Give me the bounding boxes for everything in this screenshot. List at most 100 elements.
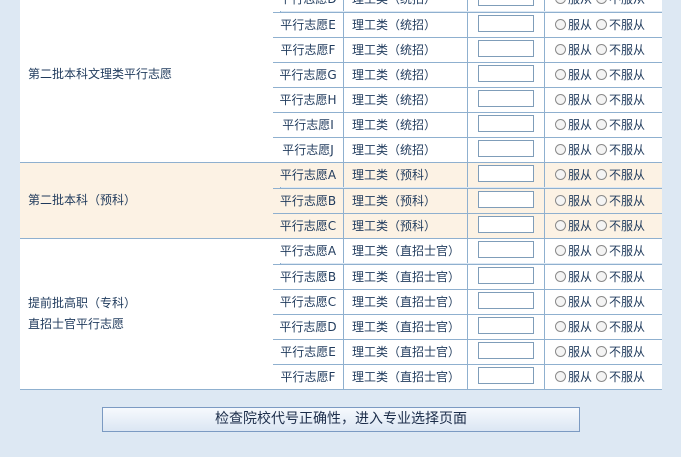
- obey-label: 服从: [568, 0, 592, 6]
- volunteer-group: 第二批本科（预科） 平行志愿A 理工类（预科） 服从 不服从 平行志愿B 理工类（预科） 服从…: [20, 162, 662, 238]
- not-obey-label: 不服从: [609, 295, 646, 309]
- obey-options: 服从 不服从: [545, 239, 662, 263]
- not-obey-radio[interactable]: [596, 44, 608, 55]
- subject-type: 理工类（统招）: [344, 13, 468, 37]
- school-code-input[interactable]: [478, 140, 534, 157]
- school-code-input[interactable]: [478, 267, 534, 284]
- volunteer-label: 平行志愿F: [273, 365, 344, 389]
- not-obey-radio[interactable]: [596, 220, 608, 231]
- not-obey-radio[interactable]: [596, 195, 608, 206]
- obey-options: 服从 不服从: [545, 340, 662, 364]
- code-cell: [469, 163, 545, 187]
- obey-radio[interactable]: [555, 44, 566, 55]
- not-obey-label: 不服从: [609, 18, 646, 32]
- subject-type: 理工类（直招士官）: [344, 239, 468, 263]
- not-obey-radio[interactable]: [596, 296, 608, 307]
- table-row: 平行志愿E 理工类（直招士官） 服从 不服从: [273, 339, 662, 364]
- obey-label: 服从: [568, 118, 593, 132]
- volunteer-label: 平行志愿E: [273, 13, 344, 37]
- school-code-input[interactable]: [478, 241, 534, 258]
- volunteer-label: 平行志愿J: [273, 138, 344, 162]
- school-code-input[interactable]: [478, 367, 534, 384]
- not-obey-radio[interactable]: [596, 271, 608, 282]
- volunteer-label: 平行志愿C: [273, 290, 344, 314]
- school-code-input[interactable]: [478, 65, 534, 82]
- table-row: 平行志愿A 理工类（预科） 服从 不服从: [273, 163, 662, 187]
- code-cell: [469, 365, 545, 389]
- obey-options: 服从 不服从: [545, 88, 662, 112]
- volunteer-group: 第二批本科文理类平行志愿平行志愿D理工类（统招）服从不服从平行志愿E理工类（统招…: [20, 0, 662, 162]
- obey-radio[interactable]: [555, 0, 566, 4]
- obey-radio[interactable]: [555, 169, 566, 180]
- not-obey-label: 不服从: [609, 345, 646, 359]
- subject-type: 理工类（统招）: [344, 113, 468, 137]
- code-cell: [469, 239, 545, 263]
- code-cell: [469, 88, 545, 112]
- school-code-input[interactable]: [478, 191, 534, 208]
- not-obey-radio[interactable]: [596, 119, 608, 130]
- obey-radio[interactable]: [555, 245, 566, 256]
- school-code-input[interactable]: [478, 317, 534, 334]
- not-obey-radio[interactable]: [596, 245, 608, 256]
- check-school-code-button[interactable]: 检查院校代号正确性，进入专业选择页面: [102, 407, 580, 432]
- volunteer-label: 平行志愿B: [273, 189, 344, 213]
- not-obey-label: 不服从: [609, 43, 646, 57]
- not-obey-radio[interactable]: [596, 346, 608, 357]
- table-row: 平行志愿F 理工类（直招士官） 服从 不服从: [273, 364, 662, 389]
- not-obey-radio[interactable]: [596, 371, 608, 382]
- obey-options: 服从 不服从: [545, 38, 662, 62]
- school-code-input[interactable]: [478, 40, 534, 57]
- obey-radio[interactable]: [555, 220, 566, 231]
- table-row: 平行志愿G 理工类（统招） 服从 不服从: [273, 62, 662, 87]
- school-code-input[interactable]: [478, 292, 534, 309]
- not-obey-label: 不服从: [609, 118, 646, 132]
- code-cell: [469, 138, 545, 162]
- obey-radio[interactable]: [555, 144, 566, 155]
- obey-radio[interactable]: [555, 321, 566, 332]
- not-obey-label: 不服从: [609, 168, 646, 182]
- obey-label: 服从: [568, 194, 593, 208]
- table-row: 平行志愿A 理工类（直招士官） 服从 不服从: [273, 239, 662, 263]
- obey-options: 服从 不服从: [545, 290, 662, 314]
- obey-radio[interactable]: [555, 19, 566, 30]
- obey-options: 服从 不服从: [545, 0, 662, 11]
- batch-category: 第二批本科（预科）: [20, 163, 281, 238]
- school-code-input[interactable]: [478, 115, 534, 132]
- obey-radio[interactable]: [555, 346, 566, 357]
- obey-radio[interactable]: [555, 94, 566, 105]
- not-obey-radio[interactable]: [596, 0, 608, 4]
- not-obey-label: 不服从: [609, 219, 646, 233]
- not-obey-radio[interactable]: [596, 169, 608, 180]
- code-cell: [469, 189, 545, 213]
- school-code-input[interactable]: [478, 90, 534, 107]
- table-row: 平行志愿I 理工类（统招） 服从 不服从: [273, 112, 662, 137]
- not-obey-radio[interactable]: [596, 94, 608, 105]
- not-obey-radio[interactable]: [596, 69, 608, 80]
- school-code-input[interactable]: [478, 216, 534, 233]
- obey-radio[interactable]: [555, 371, 566, 382]
- not-obey-radio[interactable]: [596, 19, 608, 30]
- school-code-input[interactable]: [478, 342, 534, 359]
- batch-category: 提前批高职（专科） 直招士官平行志愿: [20, 239, 281, 389]
- obey-options: 服从 不服从: [545, 13, 662, 37]
- obey-radio[interactable]: [555, 195, 566, 206]
- school-code-input[interactable]: [478, 0, 534, 6]
- obey-label: 服从: [568, 168, 593, 182]
- obey-radio[interactable]: [555, 69, 566, 80]
- obey-options: 服从 不服从: [545, 113, 662, 137]
- not-obey-label: 不服从: [609, 270, 646, 284]
- obey-label: 服从: [568, 68, 593, 82]
- school-code-input[interactable]: [478, 165, 534, 182]
- obey-radio[interactable]: [555, 296, 566, 307]
- code-cell: [469, 265, 545, 289]
- volunteer-label: 平行志愿D: [273, 315, 344, 339]
- obey-radio[interactable]: [555, 119, 566, 130]
- table-row: 平行志愿J 理工类（统招） 服从 不服从: [273, 137, 662, 162]
- subject-type: 理工类（统招）: [344, 138, 468, 162]
- obey-radio[interactable]: [555, 271, 566, 282]
- obey-label: 服从: [568, 93, 593, 107]
- batch-category-label: 第二批本科文理类平行志愿: [28, 67, 173, 81]
- not-obey-radio[interactable]: [596, 321, 608, 332]
- school-code-input[interactable]: [478, 15, 534, 32]
- not-obey-radio[interactable]: [596, 144, 608, 155]
